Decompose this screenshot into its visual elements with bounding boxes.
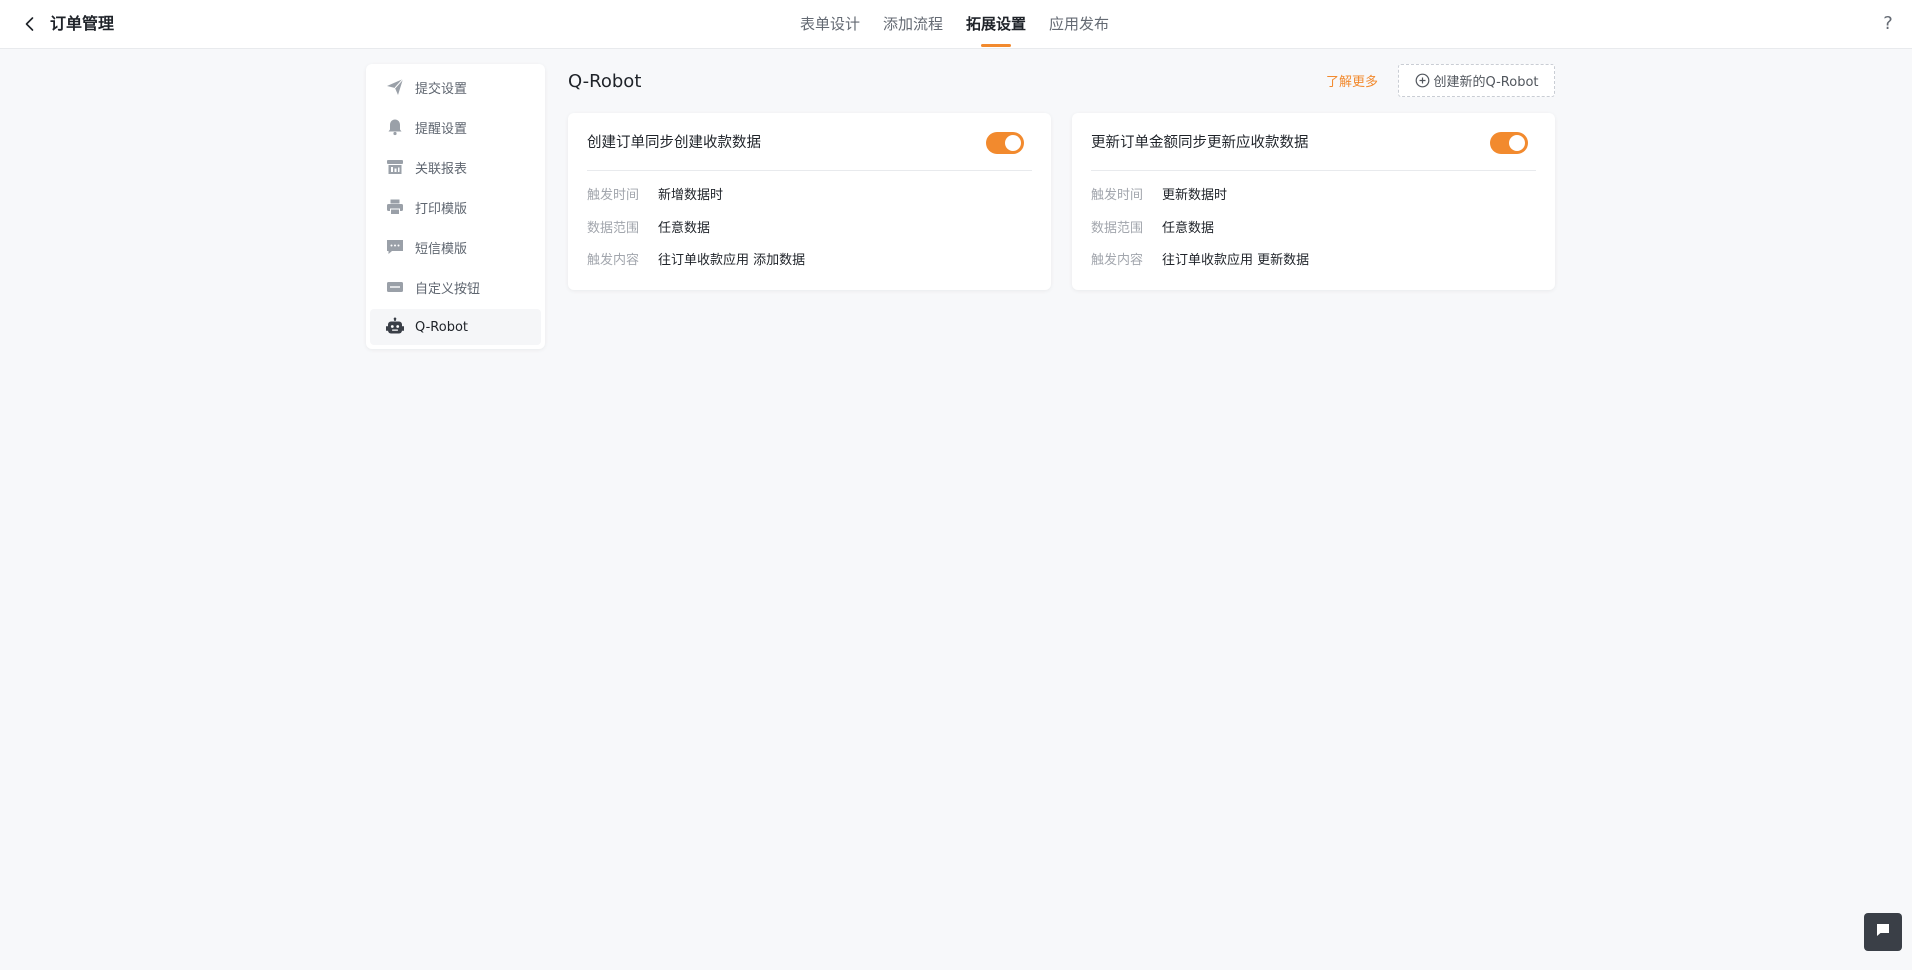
top-bar: 订单管理 表单设计 添加流程 拓展设置 应用发布 ? [0, 0, 1912, 49]
paper-plane-icon [385, 77, 405, 97]
robot-icon [385, 317, 405, 337]
bell-icon [385, 117, 405, 137]
sidebar-item-sms-template[interactable]: 短信模版 [370, 229, 541, 265]
divider [587, 170, 1032, 171]
plus-circle-icon [1415, 73, 1430, 88]
sidebar-item-submit-settings[interactable]: 提交设置 [370, 69, 541, 105]
row-value: 往订单收款应用 更新数据 [1162, 253, 1310, 268]
row-value: 任意数据 [658, 221, 711, 236]
robot-card-title: 更新订单金额同步更新应收款数据 [1091, 135, 1309, 151]
printer-icon [385, 197, 405, 217]
trigger-time-row: 触发时间 更新数据时 [1091, 187, 1227, 205]
toggle-knob [1005, 135, 1021, 151]
trigger-content-row: 触发内容 往订单收款应用 添加数据 [587, 252, 805, 270]
page-title: Q-Robot [568, 71, 642, 92]
report-icon [385, 157, 405, 177]
back-arrow-icon[interactable] [20, 14, 40, 34]
app-title: 订单管理 [50, 14, 115, 33]
chat-icon [1875, 922, 1891, 942]
sidebar-item-label: 提醒设置 [415, 121, 468, 137]
sidebar-item-linked-reports[interactable]: 关联报表 [370, 149, 541, 185]
data-scope-row: 数据范围 任意数据 [1091, 220, 1214, 238]
create-q-robot-button[interactable]: 创建新的Q-Robot [1398, 64, 1555, 97]
trigger-content-row: 触发内容 往订单收款应用 更新数据 [1091, 252, 1309, 270]
row-value: 任意数据 [1162, 221, 1215, 236]
row-label: 触发时间 [587, 188, 640, 203]
sidebar-item-print-template[interactable]: 打印模版 [370, 189, 541, 225]
row-value: 新增数据时 [658, 188, 724, 203]
robot-card[interactable]: 创建订单同步创建收款数据 触发时间 新增数据时 数据范围 任意数据 触发内容 往… [568, 113, 1051, 290]
row-label: 触发内容 [1091, 253, 1144, 268]
row-label: 数据范围 [587, 221, 640, 236]
row-label: 触发内容 [587, 253, 640, 268]
learn-more-link[interactable]: 了解更多 [1326, 74, 1378, 92]
toggle-knob [1509, 135, 1525, 151]
row-label: 数据范围 [1091, 221, 1144, 236]
sidebar-item-label: 关联报表 [415, 161, 468, 177]
row-label: 触发时间 [1091, 188, 1144, 203]
data-scope-row: 数据范围 任意数据 [587, 220, 710, 238]
sidebar-item-label: 提交设置 [415, 81, 468, 97]
sidebar-item-label: Q-Robot [415, 319, 468, 335]
message-icon [385, 237, 405, 257]
tab-form-design[interactable]: 表单设计 [800, 13, 860, 35]
tab-extension-settings[interactable]: 拓展设置 [966, 13, 1026, 47]
tab-bar: 表单设计 添加流程 拓展设置 应用发布 [800, 0, 1132, 49]
sidebar-item-reminder-settings[interactable]: 提醒设置 [370, 109, 541, 145]
divider [1091, 170, 1536, 171]
sidebar-item-label: 自定义按钮 [415, 281, 481, 297]
sidebar-item-custom-button[interactable]: 自定义按钮 [370, 269, 541, 305]
tab-add-workflow[interactable]: 添加流程 [883, 13, 943, 35]
button-icon [385, 277, 405, 297]
chat-support-button[interactable] [1864, 913, 1902, 951]
row-value: 往订单收款应用 添加数据 [658, 253, 806, 268]
create-q-robot-label: 创建新的Q-Robot [1433, 75, 1539, 90]
robot-enable-toggle[interactable] [986, 132, 1024, 154]
settings-sidebar: 提交设置 提醒设置 关联报表 打印模版 短信模版 自定义按钮 Q-Robot [366, 64, 545, 349]
robot-enable-toggle[interactable] [1490, 132, 1528, 154]
help-icon[interactable]: ? [1878, 12, 1898, 36]
row-value: 更新数据时 [1162, 188, 1228, 203]
tab-app-publish[interactable]: 应用发布 [1049, 13, 1109, 35]
robot-card-title: 创建订单同步创建收款数据 [587, 135, 761, 151]
sidebar-item-label: 短信模版 [415, 241, 468, 257]
trigger-time-row: 触发时间 新增数据时 [587, 187, 723, 205]
sidebar-item-q-robot[interactable]: Q-Robot [370, 309, 541, 345]
robot-card[interactable]: 更新订单金额同步更新应收款数据 触发时间 更新数据时 数据范围 任意数据 触发内… [1072, 113, 1555, 290]
sidebar-item-label: 打印模版 [415, 201, 468, 217]
